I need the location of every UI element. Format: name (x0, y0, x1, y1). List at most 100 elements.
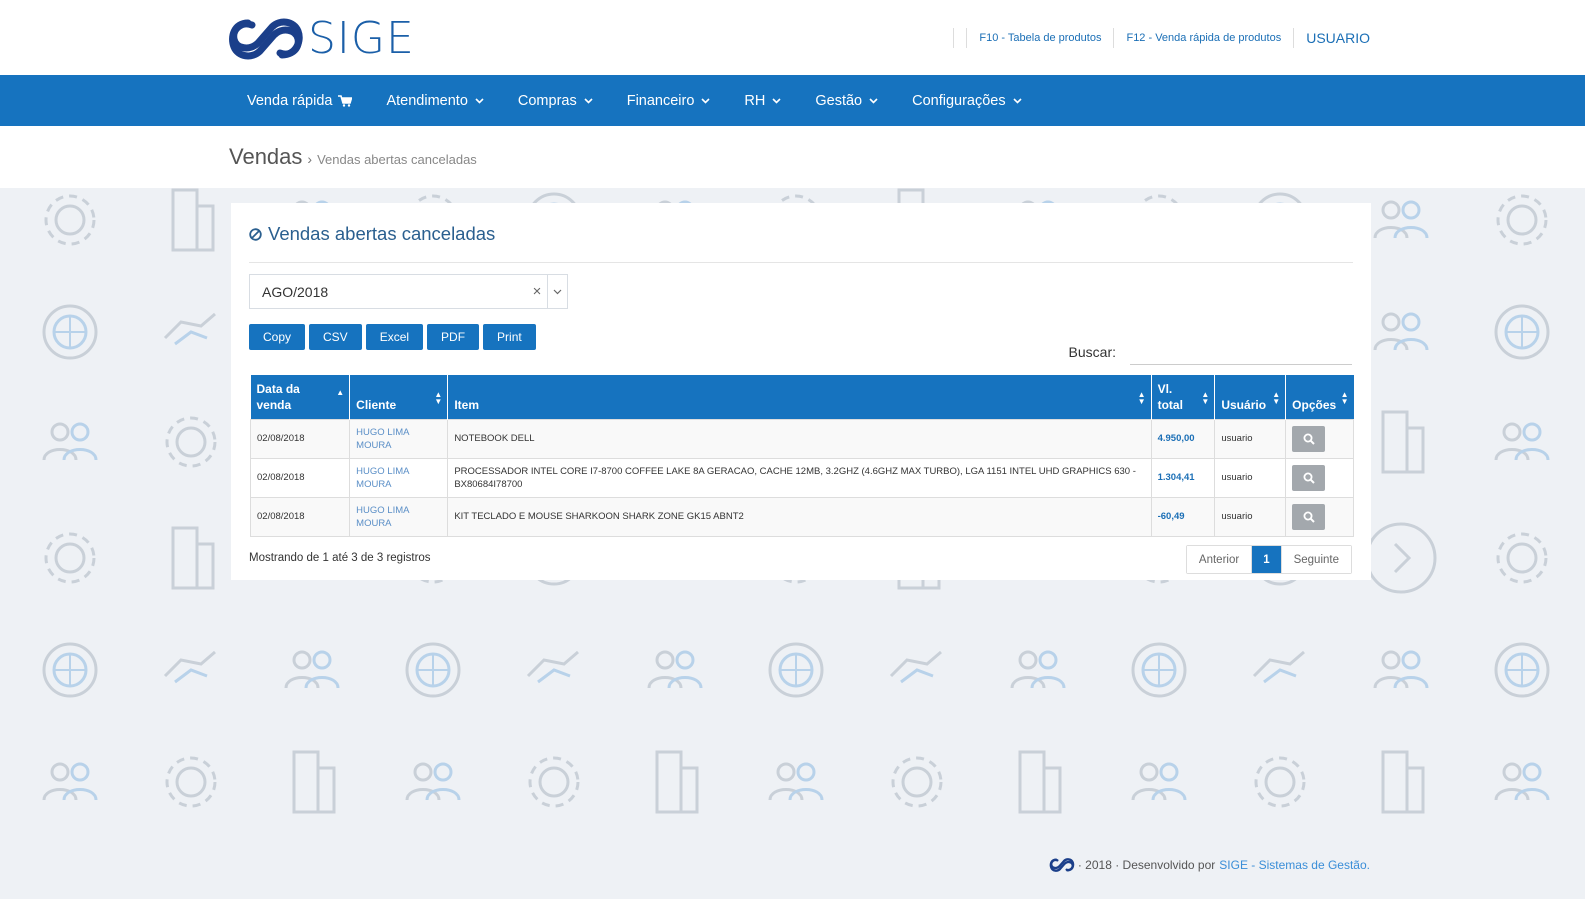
arrow-icon (1365, 522, 1437, 594)
pagination-next[interactable]: Seguinte (1281, 546, 1351, 573)
breadcrumb-bar: Vendas › Vendas abertas canceladas (0, 126, 1585, 188)
col-header-label: Opções (1292, 397, 1337, 412)
chevron-down-icon (1013, 97, 1022, 104)
sort-icon: ▲ ▼ (1201, 390, 1210, 406)
hand-icon (163, 650, 216, 684)
building-icon (292, 750, 336, 814)
cell-item: KIT TECLADO E MOUSE SHARKOON SHARK ZONE … (447, 496, 1152, 537)
sort-icon: ▲ ▼ (434, 390, 443, 406)
search-input[interactable] (1130, 339, 1352, 365)
print-button[interactable]: Print (483, 324, 536, 350)
nav-venda-rapida[interactable]: Venda rápida (230, 75, 369, 126)
chevron-down-icon (869, 97, 878, 104)
table-row[interactable]: 02/08/2018 HUGO LIMA MOURA KIT TECLADO E… (249, 496, 1354, 537)
view-details-button[interactable] (1292, 425, 1326, 452)
col-header-data[interactable]: Data da venda ▲ (250, 375, 351, 419)
col-header-opcoes[interactable]: Opções ▲ ▼ (1285, 375, 1354, 419)
link-tabela-produtos[interactable]: F10 - Tabela de produtos (979, 32, 1101, 44)
cell-opcoes (1285, 418, 1354, 459)
cell-item: PROCESSADOR INTEL CORE I7-8700 COFFEE LA… (447, 457, 1152, 498)
cell-data: 02/08/2018 (249, 496, 351, 537)
cell-cliente[interactable]: HUGO LIMA MOURA (349, 418, 449, 459)
col-header-label: Item (454, 397, 479, 412)
link-venda-rapida-produtos[interactable]: F12 - Venda rápida de produtos (1126, 32, 1281, 44)
cell-cliente[interactable]: HUGO LIMA MOURA (349, 496, 449, 537)
select-dropdown-toggle[interactable] (547, 275, 567, 308)
nav-configuracoes[interactable]: Configurações (895, 75, 1039, 126)
view-details-button[interactable] (1292, 503, 1326, 530)
export-buttons: Copy CSV Excel PDF Print (249, 324, 536, 350)
cell-cliente[interactable]: HUGO LIMA MOURA (349, 457, 449, 498)
hand-icon (163, 312, 216, 346)
nav-label: Atendimento (386, 92, 468, 109)
divider (1113, 28, 1115, 48)
nav-label: Venda rápida (247, 92, 333, 109)
people-icon (1373, 200, 1429, 239)
chevron-down-icon (475, 97, 484, 104)
cell-valor: 4.950,00 (1150, 418, 1216, 459)
building-icon (1381, 750, 1425, 814)
nav-gestao[interactable]: Gestão (798, 75, 895, 126)
logo-text: SIGE (308, 13, 415, 64)
people-icon (647, 650, 703, 689)
nav-compras[interactable]: Compras (501, 75, 610, 126)
pagination-prev[interactable]: Anterior (1186, 546, 1253, 573)
cell-usuario: usuario (1214, 457, 1287, 498)
pagination: Anterior 1 Seguinte (1185, 545, 1352, 574)
table-row[interactable]: 02/08/2018 HUGO LIMA MOURA NOTEBOOK DELL… (249, 418, 1354, 459)
sort-icon: ▲ ▼ (1272, 390, 1281, 406)
breadcrumb-main[interactable]: Vendas (229, 144, 302, 170)
pdf-button[interactable]: PDF (427, 324, 480, 350)
hand-icon (526, 650, 579, 684)
cart-icon (338, 94, 353, 107)
footer-link[interactable]: SIGE - Sistemas de Gestão. (1219, 858, 1370, 872)
gear-icon (44, 532, 96, 584)
gear-icon (165, 416, 217, 468)
search-label: Buscar: (1068, 344, 1116, 360)
copy-button[interactable]: Copy (249, 324, 306, 350)
main-navbar: Venda rápida Atendimento Compras Finance… (0, 75, 1585, 126)
chevron-down-icon (772, 97, 781, 104)
col-header-usuario[interactable]: Usuário ▲ ▼ (1214, 375, 1287, 419)
cell-opcoes (1285, 457, 1354, 498)
col-header-cliente[interactable]: Cliente ▲ ▼ (349, 375, 449, 419)
nav-financeiro[interactable]: Financeiro (610, 75, 728, 126)
cell-valor: 1.304,41 (1150, 457, 1216, 498)
sige-logo-icon (1049, 858, 1075, 872)
view-details-button[interactable] (1292, 464, 1326, 491)
excel-button[interactable]: Excel (365, 324, 424, 350)
search-icon (1303, 433, 1315, 445)
clear-icon[interactable]: × (527, 283, 547, 300)
col-header-label: Usuário (1221, 397, 1267, 412)
sales-table: Data da venda ▲ Cliente ▲ ▼ Item ▲ ▼ Vl. tota… (249, 375, 1354, 537)
table-row[interactable]: 02/08/2018 HUGO LIMA MOURA PROCESSADOR I… (249, 457, 1354, 498)
cell-usuario: usuario (1214, 496, 1287, 537)
divider (1293, 28, 1295, 48)
people-icon (284, 650, 340, 689)
sige-logo-icon (229, 18, 303, 60)
top-links: F10 - Tabela de produtos F12 - Venda ráp… (941, 28, 1370, 48)
sige-logo[interactable]: SIGE (228, 14, 415, 64)
cell-data: 02/08/2018 (249, 418, 351, 459)
user-menu[interactable]: USUARIO (1306, 30, 1370, 46)
cell-data: 02/08/2018 (249, 457, 351, 498)
period-select[interactable]: AGO/2018 × (249, 274, 568, 309)
chevron-down-icon (553, 289, 562, 294)
col-header-item[interactable]: Item ▲ ▼ (447, 375, 1152, 419)
people-icon (1494, 762, 1550, 801)
csv-button[interactable]: CSV (309, 324, 362, 350)
nav-label: Gestão (815, 92, 863, 109)
pagination-page-1[interactable]: 1 (1252, 546, 1282, 573)
nav-rh[interactable]: RH (727, 75, 798, 126)
nav-atendimento[interactable]: Atendimento (369, 75, 500, 126)
building-icon (171, 188, 215, 252)
page-footer: · 2018 · Desenvolvido por SIGE - Sistema… (1049, 857, 1370, 873)
col-header-label: Vl. total (1157, 381, 1183, 412)
col-header-valor[interactable]: Vl. total ▲ ▼ (1151, 375, 1216, 419)
gear-icon (1254, 756, 1306, 808)
globe-icon (768, 642, 824, 698)
footer-text: · 2018 · Desenvolvido por (1077, 858, 1216, 872)
globe-icon (42, 642, 98, 698)
people-icon (405, 762, 461, 801)
breadcrumb: Vendas › Vendas abertas canceladas (229, 144, 477, 170)
